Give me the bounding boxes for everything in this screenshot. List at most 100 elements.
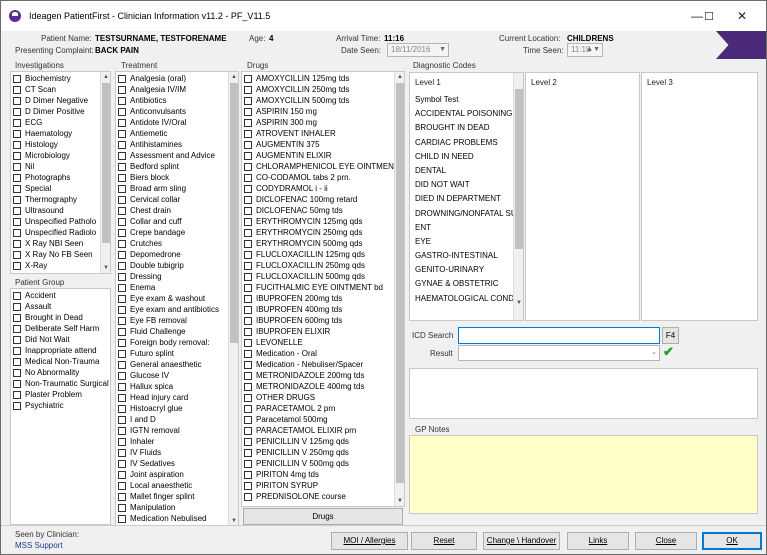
- checkbox[interactable]: [244, 228, 252, 237]
- treatment-item[interactable]: Dressing: [116, 271, 238, 282]
- checkbox[interactable]: [118, 129, 126, 138]
- treatment-item[interactable]: General anaesthetic: [116, 359, 238, 370]
- treatment-item[interactable]: Inhaler: [116, 436, 238, 447]
- checkbox[interactable]: [118, 250, 126, 259]
- drug-item[interactable]: CHLORAMPHENICOL EYE OINTMENT: [242, 161, 404, 172]
- treatment-item[interactable]: Broad arm sling: [116, 183, 238, 194]
- drug-item[interactable]: AMOXYCILLIN 500mg tds: [242, 95, 404, 106]
- patient-group-item[interactable]: Deliberate Self Harm: [11, 323, 110, 334]
- checkbox[interactable]: [244, 437, 252, 446]
- checkbox[interactable]: [13, 96, 21, 105]
- drug-item[interactable]: IBUPROFEN ELIXIR: [242, 326, 404, 337]
- checkbox[interactable]: [13, 379, 21, 388]
- drug-item[interactable]: FUCITHALMIC EYE OINTMENT bd: [242, 282, 404, 293]
- treatment-item[interactable]: Cervical collar: [116, 194, 238, 205]
- diagnostic-level1-item[interactable]: ACCIDENTAL POISONING: [410, 107, 523, 121]
- gp-notes-textarea[interactable]: [409, 435, 758, 514]
- treatment-item[interactable]: I and D: [116, 414, 238, 425]
- diagnostic-level1-item[interactable]: CARDIAC PROBLEMS: [410, 136, 523, 150]
- patient-group-item[interactable]: Inappropriate attend: [11, 345, 110, 356]
- patient-group-item[interactable]: Did Not Wait: [11, 334, 110, 345]
- drug-item[interactable]: Paracetamol 500mg: [242, 414, 404, 425]
- treatment-item[interactable]: Analgesia (oral): [116, 73, 238, 84]
- checkbox[interactable]: [118, 338, 126, 347]
- checkbox[interactable]: [13, 324, 21, 333]
- investigation-item[interactable]: X-Ray: [11, 260, 110, 271]
- checkbox[interactable]: [244, 85, 252, 94]
- level1-scrollbar[interactable]: ▼: [513, 73, 523, 320]
- checkbox[interactable]: [118, 404, 126, 413]
- drug-item[interactable]: Medication - Oral: [242, 348, 404, 359]
- diagnostic-level1-item[interactable]: DROWNING/NONFATAL SU: [410, 207, 523, 221]
- treatment-item[interactable]: Analgesia IV/IM: [116, 84, 238, 95]
- checkbox[interactable]: [118, 151, 126, 160]
- treatment-item[interactable]: Depomedrone: [116, 249, 238, 260]
- treatment-item[interactable]: Assessment and Advice: [116, 150, 238, 161]
- drug-item[interactable]: AUGMENTIN 375: [242, 139, 404, 150]
- checkbox[interactable]: [244, 239, 252, 248]
- checkbox[interactable]: [13, 250, 21, 259]
- checkbox[interactable]: [118, 481, 126, 490]
- scroll-thumb[interactable]: [515, 89, 523, 249]
- checkbox[interactable]: [13, 346, 21, 355]
- treatment-item[interactable]: Histoacryl glue: [116, 403, 238, 414]
- scroll-thumb[interactable]: [230, 83, 238, 343]
- checkbox[interactable]: [118, 184, 126, 193]
- treatment-item[interactable]: Head injury card: [116, 392, 238, 403]
- scroll-up-icon[interactable]: ▲: [229, 72, 238, 82]
- investigations-scrollbar[interactable]: ▲ ▼: [100, 72, 110, 273]
- checkbox[interactable]: [118, 415, 126, 424]
- drug-item[interactable]: AUGMENTIN ELIXIR: [242, 150, 404, 161]
- drugs-scrollbar[interactable]: ▲ ▼: [394, 72, 404, 506]
- diagnostic-level1-item[interactable]: GENITO-URINARY: [410, 263, 523, 277]
- checkbox[interactable]: [13, 217, 21, 226]
- checkbox[interactable]: [118, 305, 126, 314]
- checkbox[interactable]: [118, 492, 126, 501]
- patient-group-item[interactable]: Brought in Dead: [11, 312, 110, 323]
- treatment-item[interactable]: Chest drain: [116, 205, 238, 216]
- investigation-item[interactable]: D Dimer Positive: [11, 106, 110, 117]
- diagnostic-level1-item[interactable]: BROUGHT IN DEAD: [410, 121, 523, 135]
- checkbox[interactable]: [118, 140, 126, 149]
- checkbox[interactable]: [13, 107, 21, 116]
- checkbox[interactable]: [118, 448, 126, 457]
- drug-item[interactable]: ERYTHROMYCIN 500mg qds: [242, 238, 404, 249]
- drug-item[interactable]: PIRITON SYRUP: [242, 480, 404, 491]
- checkbox[interactable]: [244, 107, 252, 116]
- checkbox[interactable]: [244, 206, 252, 215]
- investigation-item[interactable]: Unspecified Radiolo: [11, 227, 110, 238]
- scroll-down-icon[interactable]: ▼: [395, 496, 404, 506]
- checkbox[interactable]: [13, 368, 21, 377]
- checkbox[interactable]: [13, 228, 21, 237]
- diagnostic-level1-item[interactable]: GYNAE & OBSTETRIC: [410, 277, 523, 291]
- checkmark-icon[interactable]: ✔: [663, 344, 674, 360]
- checkbox[interactable]: [244, 470, 252, 479]
- investigation-item[interactable]: Histology: [11, 139, 110, 150]
- checkbox[interactable]: [13, 151, 21, 160]
- drug-item[interactable]: AMOXYCILLIN 250mg tds: [242, 84, 404, 95]
- checkbox[interactable]: [244, 250, 252, 259]
- treatment-item[interactable]: Eye exam and antibiotics: [116, 304, 238, 315]
- drug-item[interactable]: LEVONELLE: [242, 337, 404, 348]
- treatment-item[interactable]: Bedford splint: [116, 161, 238, 172]
- drug-item[interactable]: FLUCLOXACILLIN 250mg qds: [242, 260, 404, 271]
- drug-item[interactable]: OTHER DRUGS: [242, 392, 404, 403]
- maximize-button[interactable]: ☐: [692, 1, 726, 31]
- treatment-item[interactable]: Hallux spica: [116, 381, 238, 392]
- patient-group-item[interactable]: Psychiatric: [11, 400, 110, 411]
- checkbox[interactable]: [13, 335, 21, 344]
- checkbox[interactable]: [13, 74, 21, 83]
- treatment-item[interactable]: Antibiotics: [116, 95, 238, 106]
- checkbox[interactable]: [244, 404, 252, 413]
- investigation-item[interactable]: Biochemistry: [11, 73, 110, 84]
- checkbox[interactable]: [118, 162, 126, 171]
- drug-item[interactable]: IBUPROFEN 400mg tds: [242, 304, 404, 315]
- close-window-button[interactable]: ✕: [725, 1, 759, 31]
- scroll-thumb[interactable]: [102, 83, 110, 243]
- checkbox[interactable]: [118, 503, 126, 512]
- drug-item[interactable]: PENICILLIN V 250mg qds: [242, 447, 404, 458]
- checkbox[interactable]: [118, 371, 126, 380]
- drug-item[interactable]: ASPIRIN 300 mg: [242, 117, 404, 128]
- checkbox[interactable]: [244, 261, 252, 270]
- checkbox[interactable]: [118, 96, 126, 105]
